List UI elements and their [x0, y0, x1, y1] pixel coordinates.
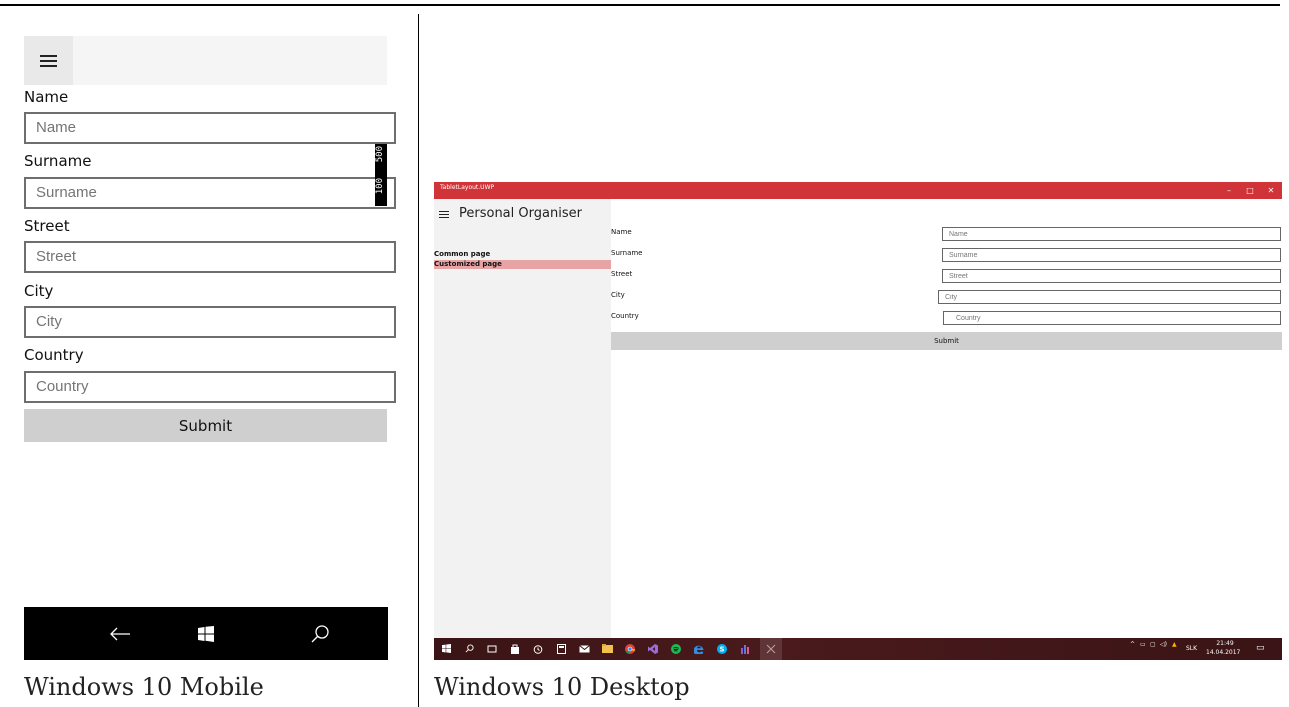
clock-time[interactable]: 21:49 — [1210, 640, 1240, 647]
store-icon[interactable] — [509, 642, 521, 655]
svg-text:S: S — [719, 645, 724, 653]
panel-divider — [418, 14, 419, 707]
top-rule — [0, 4, 1280, 6]
app-icon[interactable] — [739, 642, 751, 655]
window-title: TabletLayout.UWP — [440, 184, 495, 191]
desktop-city-label: City — [611, 291, 625, 299]
taskbar-search-icon[interactable] — [463, 642, 475, 655]
search-icon[interactable] — [290, 607, 350, 660]
mobile-surname-input[interactable] — [24, 177, 396, 209]
nav-item-common-page[interactable]: Common page — [434, 250, 611, 259]
desktop-name-input[interactable] — [942, 227, 1281, 241]
badge-top-value: 500 — [375, 146, 385, 163]
running-app-icon[interactable] — [760, 638, 782, 660]
desktop-surname-input[interactable] — [942, 248, 1281, 262]
mobile-country-label: Country — [24, 346, 84, 364]
desktop-city-input[interactable] — [938, 290, 1281, 304]
action-center-message-icon[interactable]: ▢ — [1150, 641, 1156, 648]
mobile-surname-label: Surname — [24, 152, 92, 170]
maximize-icon[interactable]: □ — [1240, 182, 1260, 199]
desktop-caption: Windows 10 Desktop — [434, 673, 690, 701]
desktop-content-area — [611, 199, 1282, 638]
google-drive-icon[interactable]: ▲ — [1172, 641, 1177, 648]
alarm-clock-icon[interactable] — [532, 642, 544, 655]
mail-icon[interactable] — [578, 642, 590, 655]
windows-start-icon[interactable] — [176, 607, 236, 660]
skype-icon[interactable]: S — [716, 642, 728, 655]
mobile-debug-counter-badge: 500 100 — [375, 144, 387, 206]
back-arrow-icon[interactable] — [90, 607, 150, 660]
desktop-country-label: Country — [611, 312, 639, 320]
mobile-submit-button[interactable]: Submit — [24, 409, 387, 442]
task-view-icon[interactable] — [486, 642, 498, 655]
desktop-surname-label: Surname — [611, 249, 643, 257]
chrome-icon[interactable] — [624, 642, 636, 655]
calculator-icon[interactable] — [555, 642, 567, 655]
mobile-street-input[interactable] — [24, 241, 396, 273]
show-hidden-icons-icon[interactable]: ^ — [1130, 641, 1135, 648]
close-icon[interactable]: ✕ — [1261, 182, 1281, 199]
mobile-hamburger-icon[interactable] — [24, 36, 73, 85]
network-icon[interactable]: ▭ — [1140, 641, 1146, 648]
mobile-top-bar — [24, 36, 387, 85]
mobile-name-input[interactable] — [24, 112, 396, 144]
badge-bottom-value: 100 — [375, 178, 385, 195]
clock-date[interactable]: 14.04.2017 — [1206, 649, 1240, 656]
desktop-street-input[interactable] — [942, 269, 1281, 283]
spotify-icon[interactable] — [670, 642, 682, 655]
minimize-icon[interactable]: – — [1219, 182, 1239, 199]
desktop-hamburger-icon[interactable] — [438, 209, 450, 219]
visual-studio-icon[interactable] — [647, 642, 659, 655]
desktop-country-input[interactable] — [943, 311, 1281, 325]
language-indicator[interactable]: SLK — [1186, 645, 1197, 652]
mobile-caption: Windows 10 Mobile — [24, 673, 264, 701]
mobile-name-label: Name — [24, 88, 69, 106]
mobile-city-label: City — [24, 282, 54, 300]
mobile-country-input[interactable] — [24, 371, 396, 403]
desktop-submit-button[interactable]: Submit — [611, 332, 1282, 350]
desktop-street-label: Street — [611, 270, 633, 278]
start-button-icon[interactable] — [440, 642, 452, 655]
notifications-icon[interactable]: ▭ — [1256, 643, 1265, 653]
volume-icon[interactable]: ◁) — [1160, 641, 1167, 648]
edge-icon[interactable] — [693, 642, 705, 655]
desktop-name-label: Name — [611, 228, 632, 236]
file-explorer-icon[interactable] — [601, 642, 613, 655]
mobile-street-label: Street — [24, 217, 70, 235]
nav-item-customized-page[interactable]: Customized page — [434, 260, 611, 269]
app-title: Personal Organiser — [459, 206, 582, 221]
desktop-title-bar — [434, 182, 1282, 199]
mobile-city-input[interactable] — [24, 306, 396, 338]
